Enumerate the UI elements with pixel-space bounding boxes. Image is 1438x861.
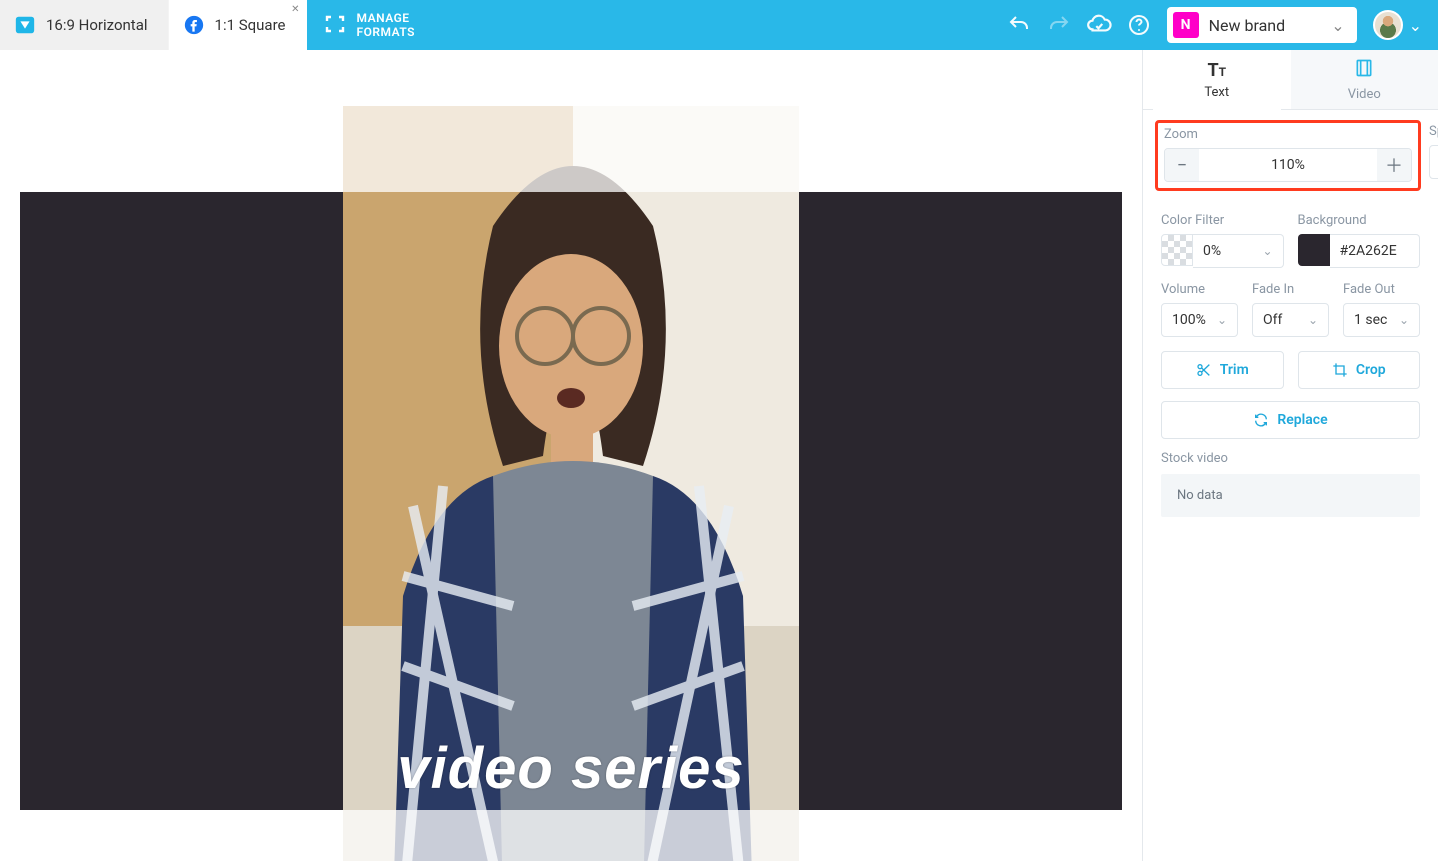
tab-label: Video [1348,87,1381,102]
redo-button[interactable] [1039,0,1079,50]
volume-label: Volume [1161,282,1238,297]
background-value: #2A262E [1340,243,1397,259]
fadein-label: Fade In [1252,282,1329,297]
fadein-value: Off [1263,312,1282,328]
zoom-stepper[interactable]: − ＋ [1164,148,1412,182]
cloud-sync-icon[interactable] [1079,0,1119,50]
film-icon [1354,58,1374,83]
video-caption-text[interactable]: video series [343,735,799,802]
trim-button[interactable]: Trim [1161,351,1284,389]
volume-select[interactable]: 100% ⌄ [1161,303,1238,337]
format-tab-label: 16:9 Horizontal [46,16,148,34]
zoom-plus-button[interactable]: ＋ [1377,149,1411,181]
fadeout-select[interactable]: 1 sec ⌄ [1343,303,1420,337]
brand-badge: N [1173,12,1199,38]
facebook-icon [183,14,205,36]
chevron-down-icon: ⌄ [1262,244,1272,258]
manage-label-1: MANAGE [357,11,416,25]
replace-button[interactable]: Replace [1161,401,1420,439]
close-icon[interactable]: ✕ [291,4,299,15]
canvas-video-clip[interactable]: video series [343,106,799,861]
properties-sidebar: TT Text Video Zoom − ＋ [1142,50,1438,861]
speed-label: Speed [1429,124,1438,139]
chevron-down-icon: ⌄ [1409,16,1422,35]
chevron-down-icon: ⌄ [1217,313,1227,327]
replace-label: Replace [1277,412,1327,428]
brand-name: New brand [1209,16,1286,35]
manage-label-2: FORMATS [357,25,416,39]
account-menu[interactable]: ⌄ [1365,0,1438,50]
zoom-label: Zoom [1164,127,1412,142]
color-filter-label: Color Filter [1161,213,1284,228]
format-tab-square[interactable]: 1:1 Square ✕ [169,0,307,50]
help-button[interactable] [1119,0,1159,50]
text-icon: TT [1207,60,1226,81]
chevron-down-icon: ⌄ [1308,313,1318,327]
format-tab-horizontal[interactable]: 16:9 Horizontal [0,0,169,50]
color-filter-swatch[interactable] [1161,234,1193,266]
stock-video-empty: No data [1161,474,1420,517]
fadeout-value: 1 sec [1354,312,1387,328]
background-swatch[interactable] [1298,234,1330,266]
zoom-value-input[interactable] [1199,149,1377,181]
color-filter-select[interactable]: 0% ⌄ [1193,234,1284,268]
fadeout-label: Fade Out [1343,282,1420,297]
brand-selector[interactable]: N New brand ⌄ [1167,7,1357,43]
tab-text[interactable]: TT Text [1143,50,1291,109]
volume-value: 100% [1172,312,1206,328]
top-bar: 16:9 Horizontal 1:1 Square ✕ MANAGE FORM… [0,0,1438,50]
chevron-down-icon: ⌄ [1331,16,1344,35]
speed-select[interactable]: 1 ⌄ [1429,145,1438,179]
tab-video[interactable]: Video [1291,50,1438,109]
main-area: video series TT Text Video Zoom − [0,50,1438,861]
sidebar-tabs: TT Text Video [1143,50,1438,110]
background-label: Background [1298,213,1421,228]
manage-formats-button[interactable]: MANAGE FORMATS [307,0,432,50]
user-avatar [1373,10,1403,40]
trim-label: Trim [1220,362,1249,378]
fadein-select[interactable]: Off ⌄ [1252,303,1329,337]
color-filter-value: 0% [1203,243,1221,259]
wavve-logo-icon [14,14,36,36]
expand-icon [323,12,347,39]
stock-video-label: Stock video [1161,451,1420,466]
undo-button[interactable] [999,0,1039,50]
canvas-area[interactable]: video series [0,50,1142,861]
crop-label: Crop [1356,362,1386,378]
tab-label: Text [1204,85,1229,100]
chevron-down-icon: ⌄ [1399,313,1409,327]
crop-button[interactable]: Crop [1298,351,1421,389]
zoom-minus-button[interactable]: − [1165,149,1199,181]
format-tab-label: 1:1 Square [215,16,286,34]
background-value-field[interactable]: #2A262E [1330,234,1421,268]
